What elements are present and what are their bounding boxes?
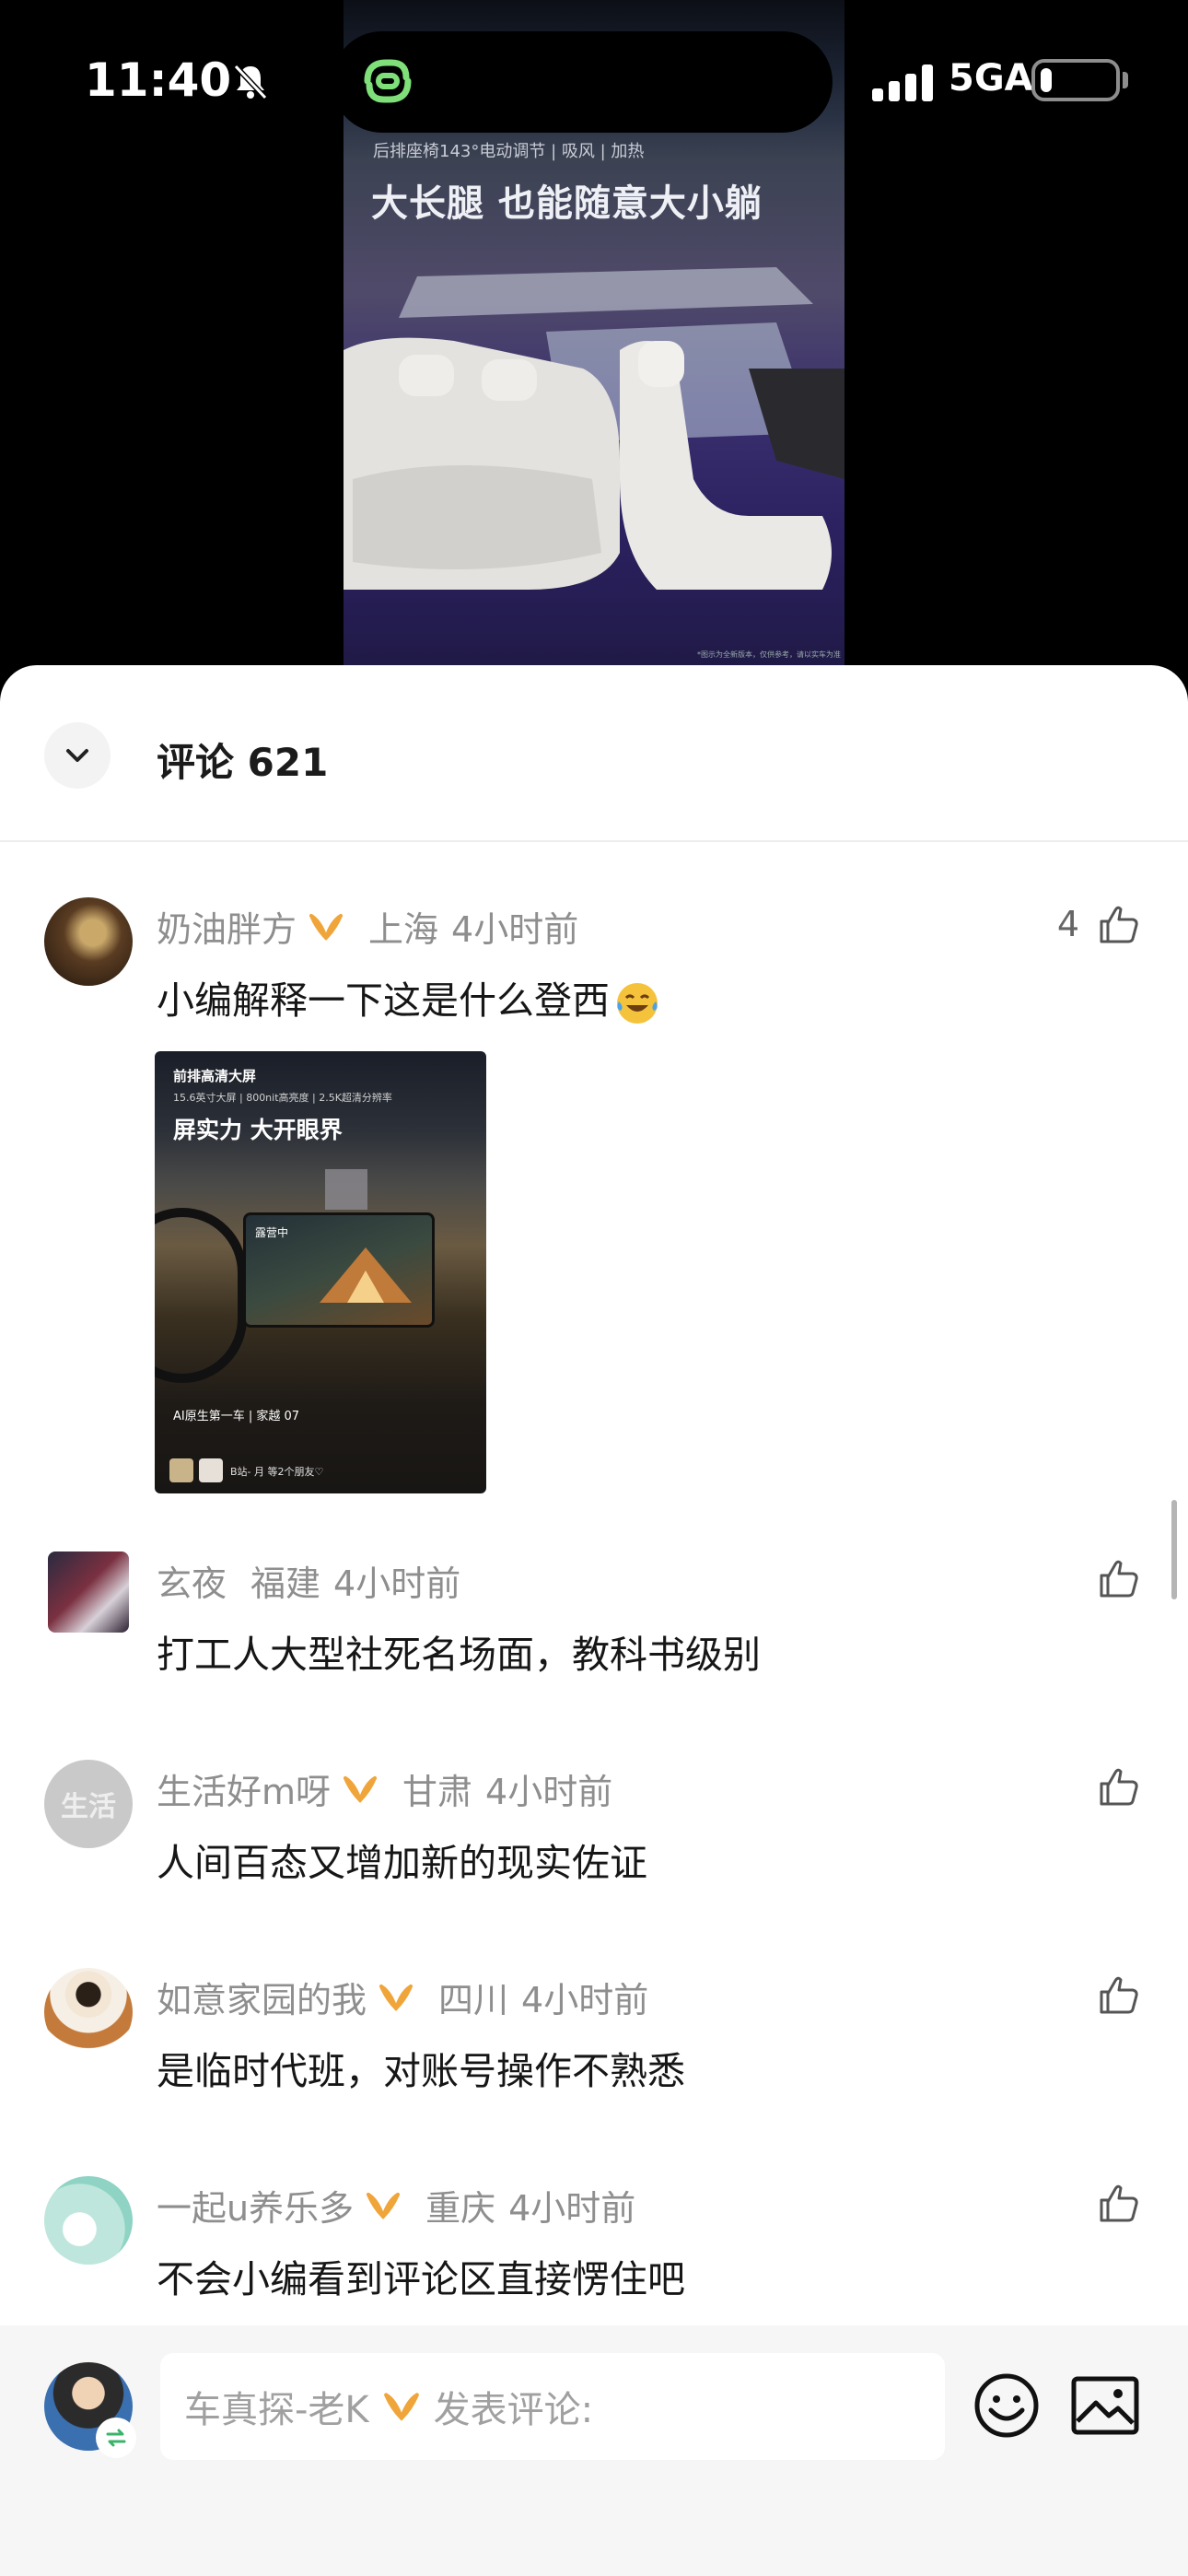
signal-icon [872, 64, 933, 101]
laughing-crying-emoji [617, 983, 658, 1024]
fan-badge-icon [308, 912, 344, 942]
comment-meta: 玄夜 福建 4小时前 [157, 1555, 460, 1606]
attachment-spec: 15.6英寸大屏 | 800nit高亮度 | 2.5K超清分辨率 [173, 1092, 392, 1104]
network-type: 5GA [949, 57, 1033, 100]
like-button[interactable] [1098, 1765, 1140, 1808]
battery-level [1041, 68, 1052, 92]
battery-icon [1031, 59, 1120, 101]
like-button[interactable]: 4 [1057, 903, 1140, 945]
comment-meta: 一起u养乐多 重庆 4小时前 [157, 2180, 635, 2231]
comment-meta: 如意家园的我 四川 4小时前 [157, 1972, 648, 2022]
comment-username[interactable]: 如意家园的我 [157, 1972, 367, 2022]
thumb-up-icon [1100, 2184, 1138, 2222]
status-time: 11:40 [85, 53, 232, 107]
comment-sheet: 评论 621 奶油胖方 上海 4小时前 4 小编解释一下这是什么登西 前排高清大… [0, 665, 1188, 2576]
like-button[interactable] [1098, 1973, 1140, 2016]
emoji-icon[interactable] [973, 2371, 1041, 2440]
comment-time: 4小时前 [451, 909, 579, 950]
status-bar: 11:40 5GA [0, 0, 1188, 166]
blurred-region [325, 1169, 367, 1210]
poster-title: 大长腿 也能随意大小躺 [371, 182, 763, 225]
comment-meta: 生活好m呀 甘肃 4小时前 [157, 1763, 612, 1814]
thumb-up-icon [1100, 1560, 1138, 1598]
battery-tip [1123, 72, 1128, 88]
collapse-button[interactable] [44, 722, 111, 789]
attachment-title: 屏实力 大开眼界 [173, 1117, 343, 1143]
thumb-up-icon [1100, 1768, 1138, 1806]
fan-badge-icon [382, 2391, 421, 2422]
comment-text-content: 小编解释一下这是什么登西 [157, 978, 610, 1023]
comment-time: 4小时前 [508, 2188, 636, 2229]
comment-location: 上海 [368, 909, 439, 950]
comment-username[interactable]: 奶油胖方 [157, 901, 297, 952]
comment-text: 小编解释一下这是什么登西 [157, 969, 661, 1027]
comment-item: 生活 生活好m呀 甘肃 4小时前 人间百态又增加新的现实佐证 [0, 1760, 1188, 1907]
comment-meta: 奶油胖方 上海 4小时前 [157, 901, 578, 952]
comment-count-title: 评论 621 [157, 740, 329, 785]
comment-time: 4小时前 [333, 1563, 461, 1604]
poster-fineprint: *图示为全新版本，仅供参考，请以实车为准 [697, 650, 841, 659]
avatar[interactable] [48, 1551, 129, 1633]
comment-sheet-header: 评论 621 [0, 665, 1188, 842]
comment-time: 4小时前 [485, 1772, 613, 1812]
comment-location: 重庆 [425, 2188, 496, 2229]
comment-text: 人间百态又增加新的现实佐证 [157, 1841, 647, 1885]
avatar[interactable]: 生活 [44, 1760, 133, 1848]
fan-badge-icon [365, 2191, 402, 2220]
avatar-text: 生活 [61, 1791, 116, 1823]
comment-item: 奶油胖方 上海 4小时前 4 小编解释一下这是什么登西 前排高清大屏 15.6英… [0, 897, 1188, 1524]
friend-avatar [169, 1458, 193, 1482]
like-count: 4 [1056, 904, 1079, 944]
attachment-brand: AI原生第一车 | 家越 07 [173, 1410, 300, 1423]
comment-text: 打工人大型社死名场面，教科书级别 [157, 1633, 761, 1677]
like-button[interactable] [1098, 2182, 1140, 2224]
tent-illustration [320, 1247, 412, 1303]
app-activity-icon [364, 59, 412, 103]
friend-avatar [199, 1458, 223, 1482]
comment-item: 玄夜 福建 4小时前 打工人大型社死名场面，教科书级别 [0, 1551, 1188, 1699]
avatar[interactable] [44, 1968, 133, 2056]
swap-icon [106, 2429, 126, 2447]
thumb-up-icon [1100, 1976, 1138, 2014]
thumb-up-icon [1100, 906, 1138, 943]
like-button[interactable] [1098, 1557, 1140, 1599]
avatar[interactable] [44, 2176, 133, 2265]
steering-wheel-shape [155, 1208, 247, 1383]
composer-username: 车真探-老K [184, 2389, 369, 2431]
fan-badge-icon [342, 1774, 379, 1804]
car-screen: 露营中 [243, 1212, 435, 1328]
comment-location: 四川 [438, 1980, 509, 2020]
composer-placeholder: 发表评论: [433, 2389, 594, 2431]
image-icon[interactable] [1070, 2375, 1140, 2436]
comment-image-attachment[interactable]: 前排高清大屏 15.6英寸大屏 | 800nit高亮度 | 2.5K超清分辨率 … [155, 1051, 486, 1493]
car-screen-text: 露营中 [255, 1226, 289, 1239]
avatar[interactable] [44, 897, 133, 986]
scrollbar[interactable] [1171, 1500, 1177, 1599]
comment-location: 甘肃 [402, 1772, 473, 1812]
comment-username[interactable]: 一起u养乐多 [157, 2180, 354, 2231]
comment-location: 福建 [250, 1563, 321, 1604]
fan-badge-icon [378, 1983, 414, 2012]
comment-text: 不会小编看到评论区直接愣住吧 [157, 2257, 685, 2301]
chevron-down-icon [66, 749, 88, 762]
comment-text: 是临时代班，对账号操作不熟悉 [157, 2049, 685, 2093]
bell-slash-icon [233, 64, 268, 100]
comment-item: 一起u养乐多 重庆 4小时前 不会小编看到评论区直接愣住吧 [0, 2176, 1188, 2324]
attachment-friends: B站- 月 等2个朋友♡ [230, 1466, 324, 1478]
comment-composer: 车真探-老K 发表评论: [0, 2325, 1188, 2576]
comment-item: 如意家园的我 四川 4小时前 是临时代班，对账号操作不熟悉 [0, 1968, 1188, 2115]
comment-username[interactable]: 玄夜 [157, 1555, 227, 1606]
attachment-heading: 前排高清大屏 [173, 1068, 257, 1084]
switch-account-button[interactable] [96, 2418, 136, 2458]
comment-username[interactable]: 生活好m呀 [157, 1763, 331, 1814]
comment-input[interactable]: 车真探-老K 发表评论: [160, 2353, 945, 2460]
comment-time: 4小时前 [521, 1980, 649, 2020]
